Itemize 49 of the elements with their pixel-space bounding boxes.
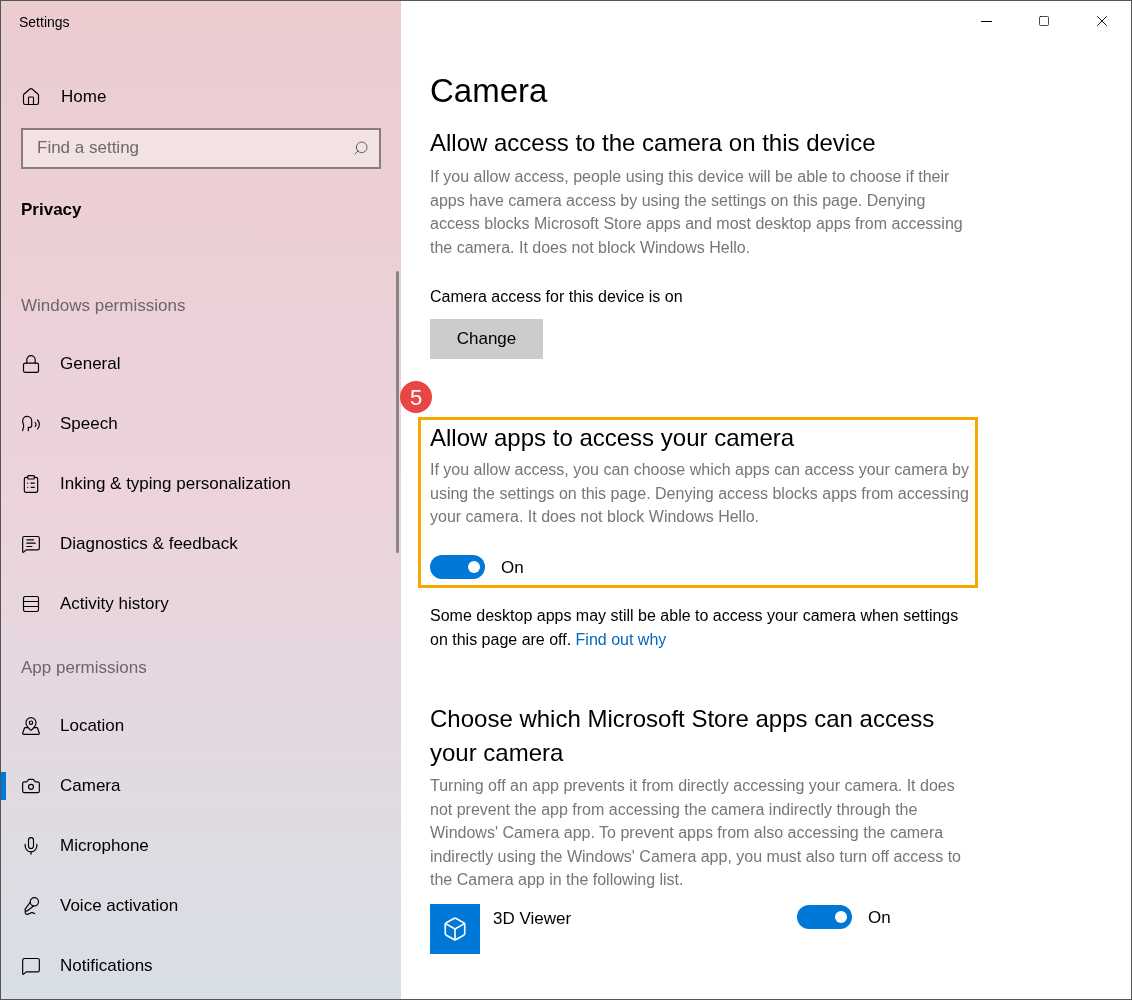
sidebar-item[interactable]: Microphone [1,834,401,858]
status-text: Camera access for this device is on [430,287,684,307]
lock-icon [21,354,41,374]
selection-indicator [1,772,6,800]
sidebar-item[interactable]: Speech [1,412,401,436]
section-description: If you allow access, you can choose which apps can access your camera by using the settings on this page. Denying access blocks apps from accessing your camera. It does not block Windows Hello. [430,460,969,527]
find-out-why-link[interactable]: Find out why [575,631,667,648]
section-title: Privacy [21,198,83,221]
map-pin-icon [21,716,41,736]
section-description: If you allow access, people using this device will be able to choose if their apps have camera access by using the settings on this page. Denying access blocks Microsoft Store apps and most desktop apps from accessing the camera. It does not block Windows Hello. [430,167,964,258]
speech-bubble-icon [21,956,41,976]
camera-icon [21,776,41,796]
sidebar-item[interactable]: Location [1,714,401,738]
sidebar-item[interactable]: Voice activation [1,894,401,918]
group-heading: Windows permissions [21,295,187,317]
scrollbar[interactable] [396,271,399,553]
group-heading: App permissions [21,657,148,679]
toggle-label: On [868,906,891,929]
minimize-icon [980,20,992,22]
window-title: Settings [19,13,71,32]
sidebar-item[interactable]: Notifications [1,954,401,978]
section-heading: Allow apps to access your camera [430,423,796,453]
section-description: Turning off an app prevents it from directly accessing your camera. It does not prevent the app from accessing the camera indirectly through the Windows' Camera app. To prevent apps from also accessing the camera indirectly using the Windows' Camera app, you must also turn off access to the Camera app in the following list. [430,776,962,890]
toggle-switch[interactable] [797,905,852,930]
sidebar-item[interactable]: Diagnostics & feedback [1,532,401,556]
section-heading: Allow access to the camera on this device [430,128,877,158]
cube-icon [442,915,468,942]
sidebar-item[interactable]: General [1,352,401,376]
sidebar-item[interactable]: Inking & typing personalization [1,472,401,496]
search-field[interactable]: Find a setting [21,127,381,169]
search-icon [353,139,369,156]
maximize-icon [1038,15,1050,27]
page-title: Camera [430,71,549,111]
sidebar-item[interactable]: Camera [1,774,401,798]
list-icon [21,594,41,614]
section-heading: Choose which Microsoft Store apps can access your camera [430,704,936,768]
toggle-switch[interactable] [430,555,485,580]
step-badge: 5 [400,381,432,413]
home-link[interactable]: Home [21,84,401,110]
home-icon [21,86,41,107]
app-name: 3D Viewer [493,907,573,930]
change-button[interactable]: Change [430,319,543,359]
clipboard-icon [21,474,41,494]
speech-icon [21,414,41,434]
feedback-icon [21,534,41,554]
toggle-label: On [501,556,524,579]
note-text: Some desktop apps may still be able to access your camera when settings on this page are off. Find out why [430,606,960,650]
sidebar-item[interactable]: Activity history [1,592,401,616]
microphone-icon [21,896,41,916]
